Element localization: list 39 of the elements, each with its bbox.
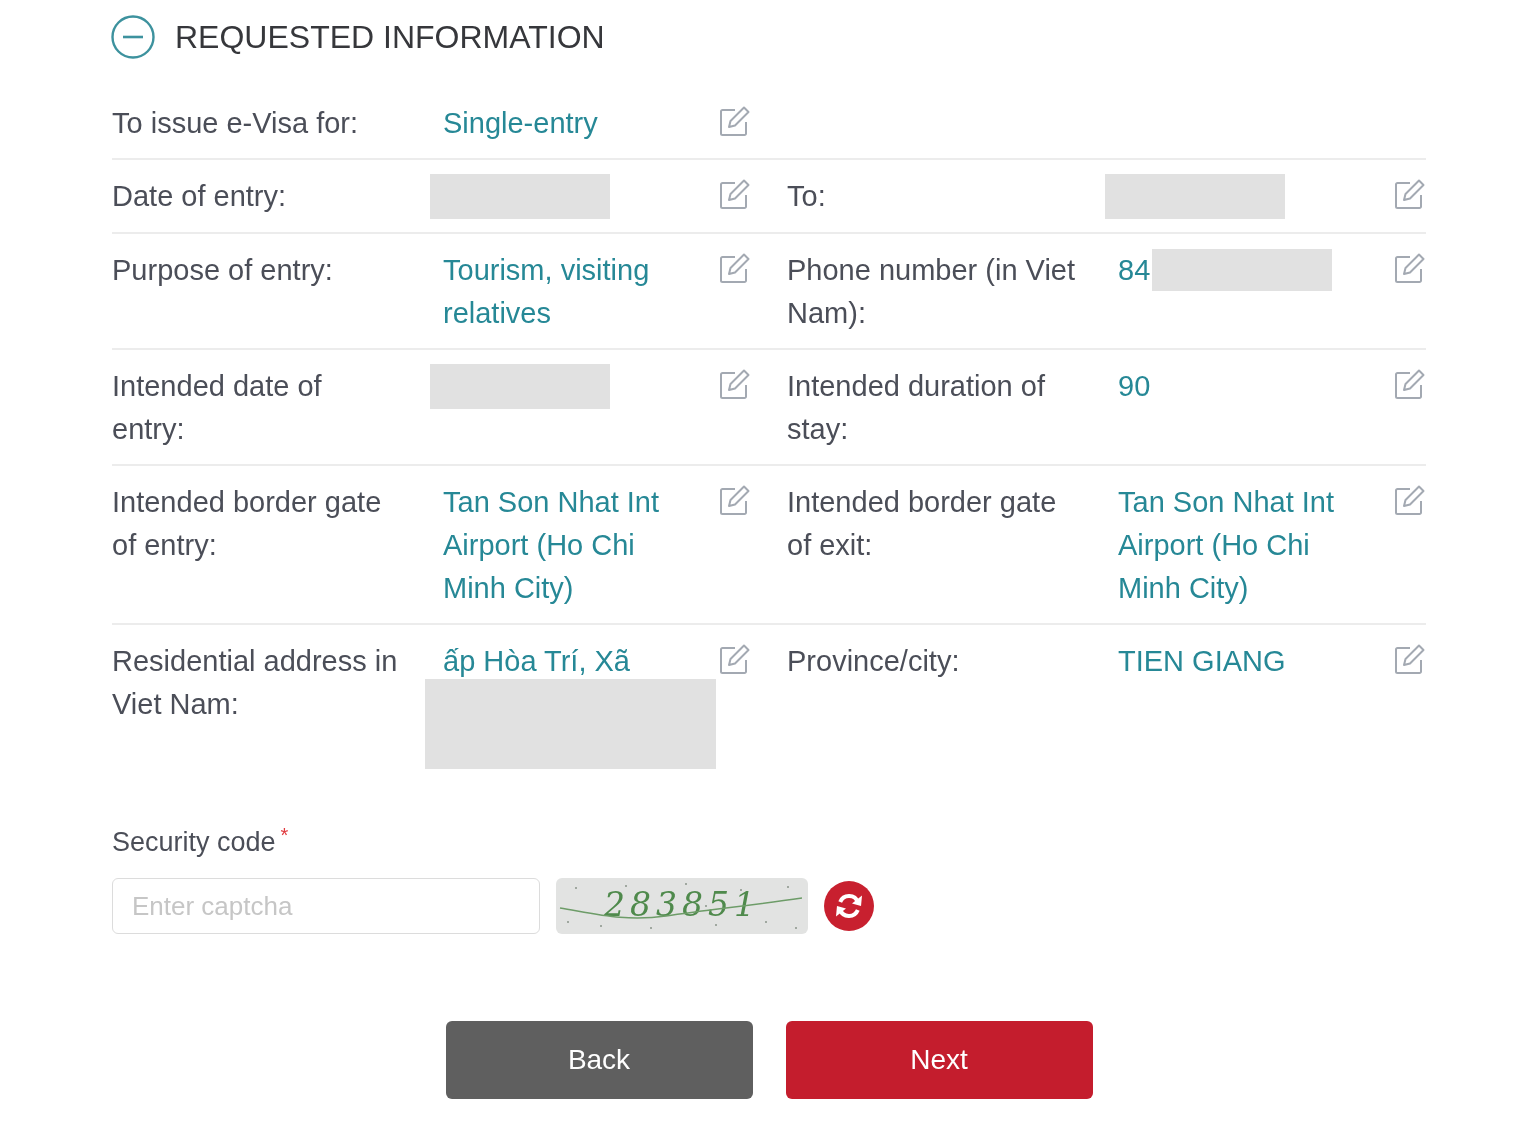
edit-icon[interactable] (718, 178, 751, 211)
captcha-code: 283851 (604, 885, 760, 924)
field-label: Intended border gate of entry: (112, 485, 383, 563)
back-button[interactable]: Back (445, 1021, 753, 1099)
field-label: Residential address in Viet Nam: (112, 644, 399, 722)
next-button[interactable]: Next (785, 1021, 1093, 1099)
refresh-icon[interactable] (824, 881, 874, 931)
field-label: Purpose of entry: (112, 253, 334, 288)
field-label: Intended border gate of exit: (787, 485, 1058, 563)
edit-icon[interactable] (1393, 252, 1426, 285)
field-label: Intended duration of stay: (787, 369, 1046, 447)
field-value: Tourism, visiting relatives (443, 253, 651, 331)
field-value: TIEN GIANG (1118, 644, 1286, 679)
edit-icon[interactable] (1393, 368, 1426, 401)
captcha-input[interactable]: Enter captcha (112, 878, 540, 934)
edit-icon[interactable] (718, 252, 751, 285)
field-value: 90 (1118, 369, 1151, 404)
field-label: Phone number (in Viet Nam): (787, 253, 1077, 331)
edit-icon[interactable] (718, 368, 751, 401)
field-value: Tan Son Nhat Int Airport (Ho Chi Minh City) (1118, 485, 1336, 606)
field-label: Intended date of entry: (112, 369, 323, 447)
edit-icon[interactable] (1393, 643, 1426, 676)
minus-circle-icon[interactable] (111, 15, 155, 59)
field-label: Province/city: (787, 644, 961, 679)
section-title: REQUESTED INFORMATION (175, 18, 605, 57)
edit-icon[interactable] (1393, 178, 1426, 211)
field-label: Date of entry: (112, 179, 288, 214)
field-label: To issue e-Visa for: (112, 106, 360, 141)
field-label: To: (787, 179, 827, 214)
field-value: Tan Son Nhat Int Airport (Ho Chi Minh City) (443, 485, 661, 606)
edit-icon[interactable] (1393, 484, 1426, 517)
edit-icon[interactable] (718, 484, 751, 517)
security-code-label: Security code (112, 826, 276, 859)
edit-icon[interactable] (718, 105, 751, 138)
edit-icon[interactable] (718, 643, 751, 676)
field-value: ấp Hòa Trí, Xã (443, 644, 630, 679)
required-mark: * (280, 824, 289, 846)
field-value: 84 (1118, 253, 1151, 288)
field-value: Single-entry (443, 106, 598, 141)
